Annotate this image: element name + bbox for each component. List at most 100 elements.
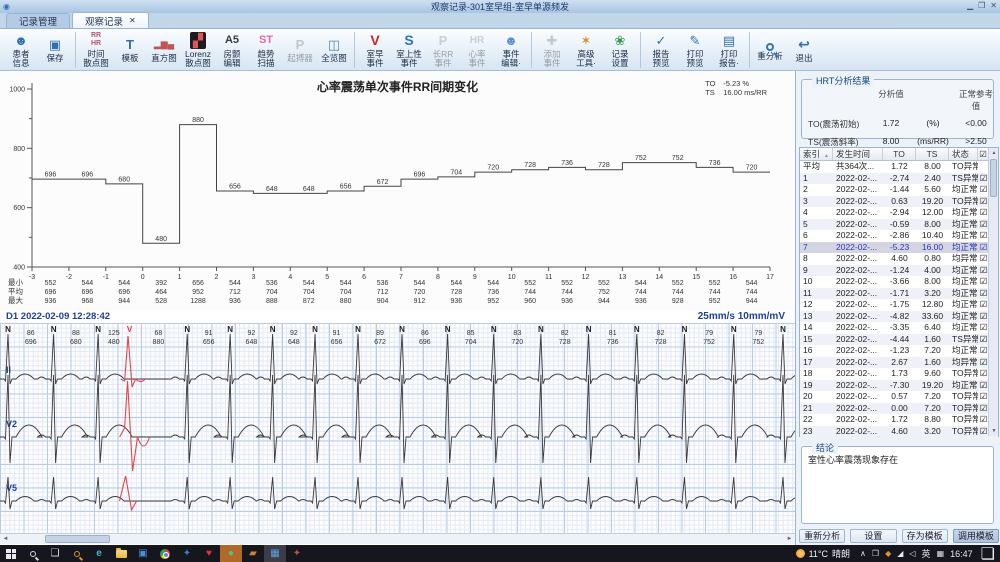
task-view-icon[interactable]: ❏ bbox=[44, 545, 66, 562]
event-edit-button[interactable]: ☻事件 编辑· bbox=[494, 30, 528, 70]
record-settings-button[interactable]: ❀记录 设置 bbox=[603, 30, 637, 70]
sve-events-label: 室上性 事件 bbox=[396, 50, 422, 68]
table-row[interactable]: 202022-02-...0.577.20TO异常☑ bbox=[800, 391, 998, 403]
trend-scan-button[interactable]: ST趋势 扫描 bbox=[249, 30, 283, 70]
summary-row[interactable]: 平均共364次...1.728.00TO异常 bbox=[800, 161, 998, 173]
hrt-row-label: TO(震荡初始) bbox=[808, 118, 874, 130]
exit-button[interactable]: ↩退出 bbox=[787, 30, 821, 70]
scrollbar-thumb[interactable] bbox=[990, 159, 997, 197]
patient-info-button[interactable]: ☻患者 信息 bbox=[4, 30, 38, 70]
tab-record-management[interactable]: 记录管理 bbox=[6, 13, 70, 28]
taskbar-clock[interactable]: 16:47 bbox=[950, 549, 973, 559]
orange-app-icon[interactable]: ▰ bbox=[242, 545, 264, 562]
svg-text:744: 744 bbox=[635, 289, 647, 296]
table-row[interactable]: 222022-02-...1.728.80TO异常☑ bbox=[800, 414, 998, 426]
blue-app-icon[interactable]: ✦ bbox=[176, 545, 198, 562]
tray-chevron-icon[interactable]: ∧ bbox=[860, 549, 866, 558]
ecg-horizontal-scrollbar[interactable]: ◄ ► bbox=[0, 533, 795, 544]
svg-text:N: N bbox=[634, 325, 640, 334]
weather-widget[interactable]: 11°C晴朗 bbox=[796, 547, 850, 560]
network-icon[interactable]: ◢ bbox=[897, 549, 903, 558]
touch-keyboard-icon[interactable]: ▦ bbox=[937, 549, 945, 558]
afib-edit-button[interactable]: A5房颤 编辑 bbox=[215, 30, 249, 70]
table-row[interactable]: 22022-02-...-1.445.60均正常☑ bbox=[800, 184, 998, 196]
sve-events-button[interactable]: S室上性 事件 bbox=[392, 30, 426, 70]
ecg-app-active-icon[interactable]: ● bbox=[220, 545, 242, 562]
scroll-up-icon[interactable]: ▲ bbox=[989, 148, 999, 158]
scroll-left-icon[interactable]: ◄ bbox=[0, 534, 11, 544]
tray-app-icon[interactable]: ❒ bbox=[872, 549, 879, 558]
scroll-down-icon[interactable]: ▼ bbox=[989, 426, 999, 436]
ime-indicator[interactable]: 英 bbox=[922, 547, 931, 560]
col-to[interactable]: TO bbox=[883, 148, 916, 160]
svg-text:728: 728 bbox=[655, 339, 667, 346]
table-row[interactable]: 32022-02-...0.6319.20TO异常☑ bbox=[800, 196, 998, 208]
table-row[interactable]: 182022-02-...1.739.60TO异常☑ bbox=[800, 368, 998, 380]
col-ts[interactable]: TS bbox=[916, 148, 949, 160]
tab-close-icon[interactable]: ✕ bbox=[129, 16, 136, 25]
table-row[interactable]: 12022-02-...-2.742.40TS异常☑ bbox=[800, 173, 998, 185]
svg-text:728: 728 bbox=[451, 289, 463, 296]
table-row[interactable]: 172022-02-...2.671.60均异常☑ bbox=[800, 357, 998, 369]
load-template-button[interactable]: 调用模板 bbox=[953, 529, 999, 543]
table-vertical-scrollbar[interactable]: ▲ ▼ bbox=[988, 148, 998, 436]
table-row[interactable]: 162022-02-...-1.237.20均正常☑ bbox=[800, 345, 998, 357]
table-row[interactable]: 42022-02-...-2.9412.00均正常☑ bbox=[800, 207, 998, 219]
table-row[interactable]: 232022-02-...4.603.20TO异常☑ bbox=[800, 426, 998, 438]
photos-icon[interactable]: ▣ bbox=[132, 545, 154, 562]
table-row[interactable]: 192022-02-...-7.3019.20均正常☑ bbox=[800, 380, 998, 392]
table-row[interactable]: 122022-02-...-1.7512.80均正常☑ bbox=[800, 299, 998, 311]
svg-text:648: 648 bbox=[288, 339, 300, 346]
table-row[interactable]: 72022-02-...-5.2316.00均正常☑ bbox=[800, 242, 998, 254]
table-row[interactable]: 92022-02-...-1.244.00均正常☑ bbox=[800, 265, 998, 277]
grid-app-icon[interactable]: ▦ bbox=[264, 545, 286, 562]
save-button[interactable]: ▣保存 bbox=[38, 30, 72, 70]
start-icon[interactable] bbox=[0, 545, 22, 562]
table-row[interactable]: 102022-02-...-3.668.00均正常☑ bbox=[800, 276, 998, 288]
table-row[interactable]: 212022-02-...0.007.20TO异常☑ bbox=[800, 403, 998, 415]
table-row[interactable]: 52022-02-...-0.598.00均正常☑ bbox=[800, 219, 998, 231]
lorenz-scatter-button[interactable]: ▞Lorenz 散点图 bbox=[181, 30, 215, 70]
table-row[interactable]: 82022-02-...4.600.80均异常☑ bbox=[800, 253, 998, 265]
close-icon[interactable]: ✕ bbox=[990, 1, 997, 10]
svg-text:544: 544 bbox=[118, 280, 130, 287]
edge-icon[interactable]: e bbox=[88, 545, 110, 562]
col-time[interactable]: 发生时间 bbox=[833, 148, 883, 160]
reanalyze-button[interactable]: 重分析 bbox=[753, 30, 787, 70]
scroll-right-icon[interactable]: ► bbox=[784, 534, 795, 544]
print-preview-button[interactable]: ✎打印 预览 bbox=[678, 30, 712, 70]
table-row[interactable]: 142022-02-...-3.356.40均正常☑ bbox=[800, 322, 998, 334]
purple-app-icon[interactable]: ✦ bbox=[286, 545, 308, 562]
health-app-icon[interactable]: ♥ bbox=[198, 545, 220, 562]
time-scatter-button[interactable]: RR HR时间 散点图 bbox=[79, 30, 113, 70]
save-as-template-button[interactable]: 存为模板 bbox=[902, 529, 948, 543]
settings-button[interactable]: 设置 bbox=[850, 529, 896, 543]
minimize-icon[interactable]: ▁ bbox=[967, 1, 973, 10]
histogram-button[interactable]: ▂▆▄直方图 bbox=[147, 30, 181, 70]
table-row[interactable]: 132022-02-...-4.8233.60均正常☑ bbox=[800, 311, 998, 323]
advanced-tools-button[interactable]: ✶高级 工具· bbox=[569, 30, 603, 70]
pvc-events-button[interactable]: V室早 事件 bbox=[358, 30, 392, 70]
notification-center-icon[interactable]: ❏ bbox=[981, 544, 995, 562]
cell-index: 15 bbox=[800, 334, 833, 346]
tab-observe-record[interactable]: 观察记录 ✕ bbox=[72, 12, 149, 28]
table-row[interactable]: 152022-02-...-4.441.60TS异常☑ bbox=[800, 334, 998, 346]
template-button[interactable]: T模板 bbox=[113, 30, 147, 70]
col-index[interactable]: 索引▲ bbox=[800, 148, 833, 160]
svg-text:13: 13 bbox=[619, 274, 627, 281]
reanalyze-bottom-button[interactable]: 重新分析 bbox=[799, 529, 845, 543]
chrome-icon[interactable] bbox=[154, 545, 176, 562]
restore-icon[interactable]: ❐ bbox=[978, 1, 985, 10]
overview-map-button[interactable]: ◫全览图 bbox=[317, 30, 351, 70]
table-row[interactable]: 62022-02-...-2.8610.40均正常☑ bbox=[800, 230, 998, 242]
report-preview-button[interactable]: ✓报告 预览 bbox=[644, 30, 678, 70]
search-orange-icon[interactable] bbox=[66, 545, 88, 562]
file-explorer-icon[interactable] bbox=[110, 545, 132, 562]
volume-icon[interactable]: ◁ bbox=[909, 549, 915, 558]
security-shield-icon[interactable]: ◆ bbox=[885, 549, 891, 558]
col-status[interactable]: 状态 bbox=[949, 148, 978, 160]
print-report-button[interactable]: ▤打印 报告· bbox=[712, 30, 746, 70]
scrollbar-thumb[interactable] bbox=[45, 535, 110, 543]
search-icon[interactable] bbox=[22, 545, 44, 562]
table-row[interactable]: 112022-02-...-1.713.20均正常☑ bbox=[800, 288, 998, 300]
